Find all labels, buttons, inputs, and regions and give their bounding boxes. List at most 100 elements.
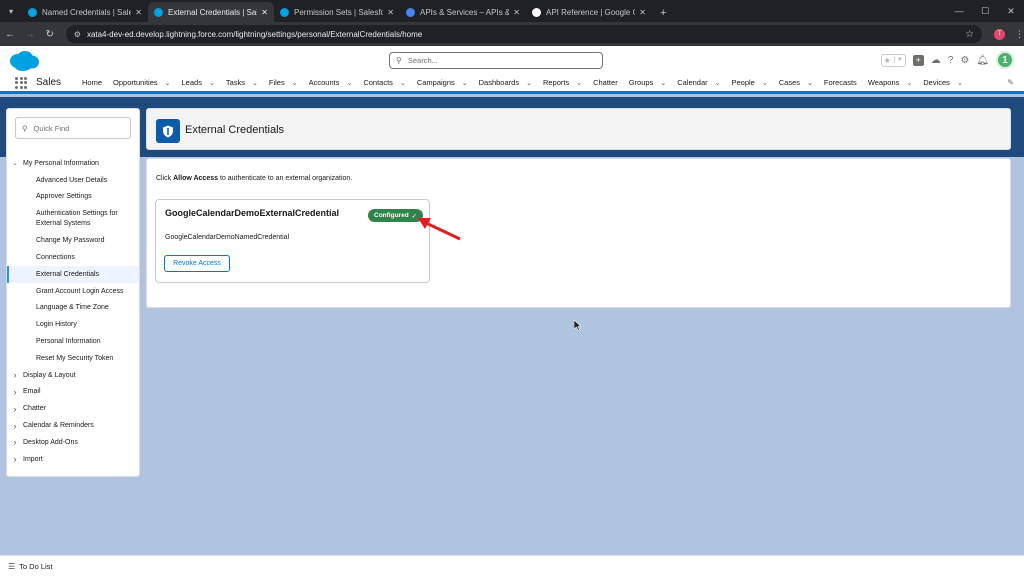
chevron-down-icon[interactable]: ⌄	[400, 79, 406, 87]
sidebar-item[interactable]: Language & Time Zone	[7, 300, 139, 317]
sidebar-section[interactable]: ⌄ My Personal Information	[7, 155, 139, 172]
close-tab-icon[interactable]: ✕	[639, 8, 646, 17]
nav-item-calendar[interactable]: Calendar ⌄	[677, 78, 720, 87]
sidebar-item[interactable]: Advanced User Details	[7, 172, 139, 189]
browser-tab[interactable]: API Reference | Google Calendar ✕	[526, 2, 652, 22]
chevron-right-icon[interactable]: ›	[7, 454, 23, 464]
sidebar-item[interactable]: Personal Information	[7, 333, 139, 350]
user-avatar[interactable]: 1	[996, 51, 1014, 69]
chevron-down-icon[interactable]: ⌄	[576, 79, 582, 87]
sidebar-item[interactable]: Connections	[7, 249, 139, 266]
nav-item-devices[interactable]: Devices ⌄	[923, 78, 963, 87]
chevron-down-icon[interactable]: ⌄	[209, 79, 215, 87]
chevron-right-icon[interactable]: ›	[7, 370, 23, 380]
chevron-down-icon[interactable]: ⌄	[252, 79, 258, 87]
nav-item-chatter[interactable]: Chatter	[593, 78, 618, 87]
nav-item-opportunities[interactable]: Opportunities ⌄	[113, 78, 170, 87]
sidebar-section[interactable]: › Calendar & Reminders	[7, 417, 139, 434]
nav-item-leads[interactable]: Leads ⌄	[182, 78, 215, 87]
chevron-down-icon[interactable]: ⌄	[165, 79, 171, 87]
chevron-down-icon[interactable]: ⌄	[957, 79, 963, 87]
favorites-button[interactable]: ★ ▼	[880, 53, 906, 67]
browser-tab[interactable]: APIs & Services – APIs & Services ✕	[400, 2, 526, 22]
favorites-dropdown-icon[interactable]: ▼	[893, 57, 903, 63]
sidebar-item[interactable]: Authentication Settings for External Sys…	[7, 205, 139, 232]
maximize-icon[interactable]: ☐	[972, 6, 998, 17]
search-placeholder: Search...	[407, 56, 438, 65]
sidebar-section[interactable]: › Display & Layout	[7, 367, 139, 384]
salesforce-logo-icon[interactable]	[8, 50, 40, 72]
nav-item-weapons[interactable]: Weapons ⌄	[868, 78, 912, 87]
nav-item-home[interactable]: Home	[82, 78, 102, 87]
help-icon[interactable]: ?	[948, 55, 954, 66]
notifications-bell-icon[interactable]: 🔔︎	[976, 55, 989, 66]
browser-menu-icon[interactable]: ⋮	[1015, 29, 1024, 40]
global-actions-icon[interactable]: +	[912, 54, 924, 66]
chevron-down-icon[interactable]: ⌄	[292, 79, 298, 87]
chevron-right-icon[interactable]: ›	[7, 404, 23, 414]
chevron-down-icon[interactable]: ⌄	[526, 79, 532, 87]
forward-icon[interactable]: →	[20, 29, 40, 40]
trailhead-icon[interactable]: ☁	[931, 55, 941, 66]
sidebar-item[interactable]: Login History	[7, 316, 139, 333]
quick-find-input[interactable]: ⚲ Quick Find	[15, 117, 131, 139]
close-window-icon[interactable]: ✕	[998, 6, 1024, 17]
nav-item-reports[interactable]: Reports ⌄	[543, 78, 582, 87]
close-tab-icon[interactable]: ✕	[387, 8, 394, 17]
setup-gear-icon[interactable]: ⚙	[960, 55, 969, 66]
nav-item-accounts[interactable]: Accounts ⌄	[309, 78, 353, 87]
reload-icon[interactable]: ↻	[40, 29, 60, 40]
chevron-down-icon[interactable]: ⌄	[807, 79, 813, 87]
todo-list-button[interactable]: To Do List	[19, 562, 52, 571]
edit-nav-pencil-icon[interactable]: ✎	[1007, 78, 1014, 87]
sidebar-item[interactable]: Grant Account Login Access	[7, 283, 139, 300]
tab-title: APIs & Services – APIs & Services	[420, 7, 509, 17]
browser-tab[interactable]: Named Credentials | Salesforce✕	[22, 2, 148, 22]
nav-item-dashboards[interactable]: Dashboards ⌄	[479, 78, 532, 87]
app-launcher-icon[interactable]	[15, 76, 27, 89]
nav-item-people[interactable]: People ⌄	[732, 78, 768, 87]
chevron-down-icon[interactable]: ⌄	[7, 160, 23, 167]
chevron-down-icon[interactable]: ⌄	[346, 79, 352, 87]
chevron-right-icon[interactable]: ›	[7, 437, 23, 447]
back-icon[interactable]: ←	[0, 29, 20, 40]
chevron-right-icon[interactable]: ›	[7, 387, 23, 397]
nav-item-contacts[interactable]: Contacts ⌄	[363, 78, 405, 87]
sidebar-section[interactable]: › Desktop Add-Ons	[7, 434, 139, 451]
chevron-down-icon[interactable]: ⌄	[462, 79, 468, 87]
address-bar[interactable]: ⚙ xata4-dev-ed.develop.lightning.force.c…	[65, 25, 983, 43]
sidebar-item[interactable]: Approver Settings	[7, 189, 139, 206]
chevron-down-icon[interactable]: ⌄	[660, 79, 666, 87]
tab-search-icon[interactable]: ▾	[0, 0, 22, 22]
site-info-icon[interactable]: ⚙	[74, 30, 81, 39]
nav-item-tasks[interactable]: Tasks ⌄	[226, 78, 258, 87]
close-tab-icon[interactable]: ✕	[135, 8, 142, 17]
close-tab-icon[interactable]: ✕	[261, 8, 268, 17]
chevron-down-icon[interactable]: ⌄	[762, 79, 768, 87]
nav-item-forecasts[interactable]: Forecasts	[824, 78, 857, 87]
sidebar-item[interactable]: Reset My Security Token	[7, 350, 139, 367]
browser-tab[interactable]: External Credentials | Salesforce ✕	[148, 2, 274, 22]
chevron-down-icon[interactable]: ⌄	[715, 79, 721, 87]
sidebar-section[interactable]: › Email	[7, 384, 139, 401]
close-tab-icon[interactable]: ✕	[513, 8, 520, 17]
sidebar-section[interactable]: › Chatter	[7, 400, 139, 417]
sidebar-item[interactable]: Change My Password	[7, 232, 139, 249]
sidebar-section-label: Email	[23, 388, 41, 396]
nav-item-cases[interactable]: Cases ⌄	[779, 78, 813, 87]
nav-item-groups[interactable]: Groups ⌄	[629, 78, 666, 87]
global-search-input[interactable]: ⚲ Search...	[389, 52, 603, 69]
sidebar-section[interactable]: › Import	[7, 451, 139, 468]
intro-text: Click Allow Access to authenticate to an…	[156, 175, 352, 182]
nav-item-campaigns[interactable]: Campaigns ⌄	[417, 78, 468, 87]
profile-avatar[interactable]: T	[994, 28, 1006, 40]
sidebar-item[interactable]: External Credentials	[7, 265, 139, 283]
browser-tab[interactable]: Permission Sets | Salesforce✕	[274, 2, 400, 22]
chevron-down-icon[interactable]: ⌄	[906, 79, 912, 87]
bookmark-star-icon[interactable]: ☆	[965, 29, 974, 40]
revoke-access-button[interactable]: Revoke Access	[164, 255, 230, 272]
minimize-icon[interactable]: —	[946, 6, 972, 16]
new-tab-button[interactable]: +	[652, 7, 674, 22]
chevron-right-icon[interactable]: ›	[7, 421, 23, 431]
nav-item-files[interactable]: Files ⌄	[269, 78, 298, 87]
